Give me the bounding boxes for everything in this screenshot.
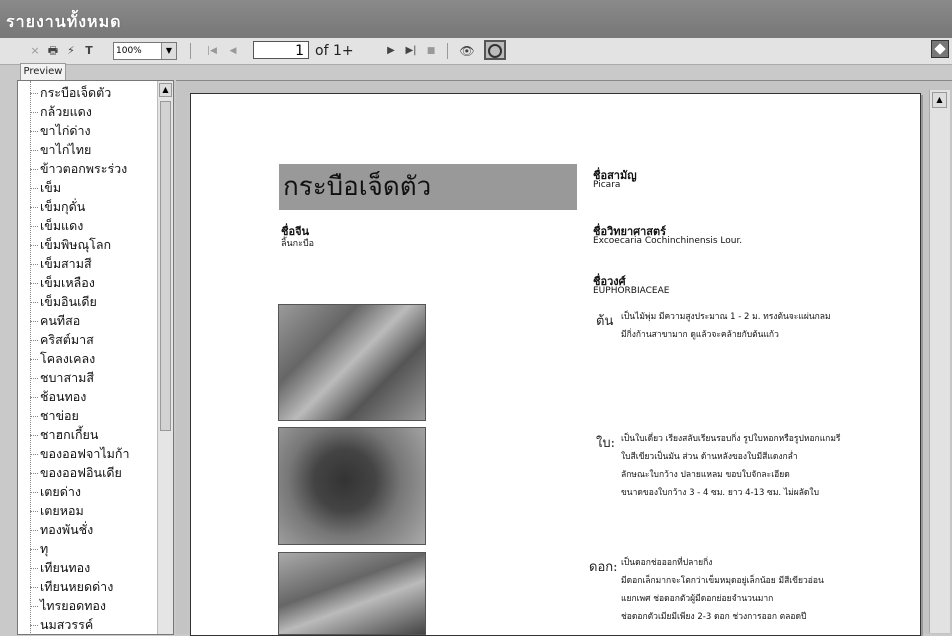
sidebar-scrollbar[interactable]: ▲ — [157, 81, 173, 634]
sidebar-item[interactable]: ขาไก่ไทย — [30, 140, 91, 160]
chevron-down-icon[interactable]: ▼ — [161, 43, 176, 59]
sidebar-item[interactable]: เข็มเหลือง — [30, 273, 95, 293]
plant-photo-leaf — [278, 304, 426, 421]
sidebar-item[interactable]: เข็มอินเดีย — [30, 292, 97, 312]
power-icon — [488, 44, 502, 58]
zoom-select[interactable]: 100% ▼ — [113, 42, 177, 60]
sidebar-item[interactable]: โคลงเคลง — [30, 349, 95, 369]
leaf-line-1: เป็นใบเดี่ยว เรียงสลับเรียนรอบกิ่ง รูปใบ… — [621, 434, 841, 444]
close-icon[interactable]: × — [30, 42, 40, 60]
leaf-label: ใบ: — [596, 436, 615, 451]
sidebar-item[interactable]: เทียนหยดด่าง — [30, 577, 113, 597]
scroll-up-icon[interactable]: ▲ — [932, 92, 947, 108]
scrollbar-thumb[interactable] — [160, 101, 171, 431]
local-name-value: ลิ้นกะบือ — [281, 239, 315, 249]
power-button[interactable] — [484, 40, 506, 60]
sidebar-item[interactable]: ข้าวตอกพระร่วง — [30, 159, 127, 179]
zoom-value: 100% — [116, 46, 142, 56]
sidebar-item[interactable]: กล้วยแดง — [30, 102, 92, 122]
next-page-icon[interactable]: ▶ — [385, 42, 397, 60]
window-title: รายงานทั้งหมด — [6, 12, 122, 31]
page-count-label: of 1+ — [315, 43, 354, 59]
sidebar-item[interactable]: เตยด่าง — [30, 482, 81, 502]
leaf-line-3: ลักษณะใบกว้าง ปลายแหลม ขอบใบจักละเอียด — [621, 470, 790, 480]
flower-line-1: เป็นดอกช่อออกที่ปลายกิ่ง — [621, 558, 713, 568]
sidebar-item[interactable]: ขาไก่ด่าง — [30, 121, 91, 141]
print-icon[interactable]: 🖶 — [46, 42, 60, 60]
sidebar-item[interactable]: ของออฟจาไมก้า — [30, 444, 129, 464]
sidebar-item[interactable]: เข็ม — [30, 178, 61, 198]
sidebar-item[interactable]: เข็มแดง — [30, 216, 83, 236]
trunk-line-2: มีกิ่งก้านสาขามาก ดูแล้วจะคล้ายกับต้นแก้… — [621, 330, 779, 340]
sidebar-item[interactable]: ทุ — [30, 539, 48, 559]
scroll-up-icon[interactable]: ▲ — [159, 83, 172, 97]
flower-line-4: ช่อดอกตัวเมียมีเพียง 2-3 ดอก ช่วงการออก … — [621, 612, 807, 622]
family-value: EUPHORBIACEAE — [593, 286, 670, 296]
toolbar: × 🖶 ⚡ T 100% ▼ |◀ ◀ 1 of 1+ ▶ ▶| ■ 👁 — [0, 38, 952, 65]
sidebar-item[interactable]: เข็มกุดั่น — [30, 197, 85, 217]
sidebar-item[interactable]: กระบือเจ็ดตัว — [30, 83, 111, 103]
prev-page-icon[interactable]: ◀ — [226, 42, 240, 60]
leaf-line-2: ใบสีเขียวเป็นมัน ส่วน ด้านหลังของใบมีสีแ… — [621, 452, 798, 462]
tab-preview[interactable]: Preview — [20, 63, 66, 80]
report-viewer: กระบือเจ็ดตัว ชื่อจีน ลิ้นกะบือ ชื่อสามั… — [176, 80, 952, 636]
report-page: กระบือเจ็ดตัว ชื่อจีน ลิ้นกะบือ ชื่อสามั… — [190, 93, 921, 636]
sidebar-item[interactable]: เทียนทอง — [30, 558, 90, 578]
sidebar-item[interactable]: ชาข่อย — [30, 406, 79, 426]
divider — [190, 43, 191, 59]
flower-label: ดอก: — [589, 560, 618, 575]
sidebar-item[interactable]: ชบาสามสี — [30, 368, 94, 388]
sidebar-item[interactable]: ช้อนทอง — [30, 387, 86, 407]
common-name-value: Picara — [593, 180, 621, 190]
title-bar: รายงานทั้งหมด — [0, 0, 952, 38]
plant-photo-flower — [278, 552, 426, 635]
page-number-input[interactable]: 1 — [253, 41, 309, 59]
find-icon[interactable]: 👁 — [458, 42, 476, 60]
expand-icon[interactable] — [931, 40, 949, 58]
trunk-label: ต้น — [596, 314, 614, 329]
leaf-line-4: ขนาดของใบกว้าง 3 - 4 ซม. ยาว 4-13 ซม. ไม… — [621, 488, 819, 498]
plant-photo-shrub — [278, 427, 426, 545]
report-title: กระบือเจ็ดตัว — [279, 164, 577, 210]
last-page-icon[interactable]: ▶| — [403, 42, 419, 60]
divider — [447, 43, 448, 59]
sidebar-item[interactable]: ไทรยอดทอง — [30, 596, 106, 616]
flower-line-3: แยกเพศ ช่อดอกตัวผู้มีดอกย่อยจำนวนมาก — [621, 594, 774, 604]
viewer-scrollbar[interactable]: ▲ — [929, 90, 950, 633]
export-icon[interactable]: ⚡ — [64, 42, 78, 60]
scientific-name-value: Excoecaria Cochinchinensis Lour. — [593, 236, 743, 246]
stop-icon[interactable]: ■ — [425, 42, 437, 60]
first-page-icon[interactable]: |◀ — [205, 42, 219, 60]
sidebar-item[interactable]: ของออฟอินเดีย — [30, 463, 122, 483]
flower-line-2: มีดอกเล็กมากจะโตกว่าเข็มหมุดอยู่เล็กน้อย… — [621, 576, 824, 586]
trunk-line-1: เป็นไม้พุ่ม มีความสูงประมาณ 1 - 2 ม. ทรง… — [621, 312, 831, 322]
sidebar-item[interactable]: เข็มพิษณุโลก — [30, 235, 111, 255]
sidebar-item[interactable]: ชาฮกเกี้ยน — [30, 425, 98, 445]
sidebar-item[interactable]: คริสต์มาส — [30, 330, 94, 350]
sidebar-item[interactable]: นมสวรรค์ — [30, 615, 93, 634]
sidebar: กระบือเจ็ดตัว กล้วยแดง ขาไก่ด่าง ขาไก่ไทย ข้… — [17, 80, 174, 635]
sidebar-item[interactable]: เข็มสามสี — [30, 254, 92, 274]
sidebar-item[interactable]: ทองพันชั่ง — [30, 520, 93, 540]
sidebar-item[interactable]: คนทีสอ — [30, 311, 80, 331]
sidebar-item[interactable]: เตยหอม — [30, 501, 84, 521]
text-mode-icon[interactable]: T — [82, 42, 96, 60]
